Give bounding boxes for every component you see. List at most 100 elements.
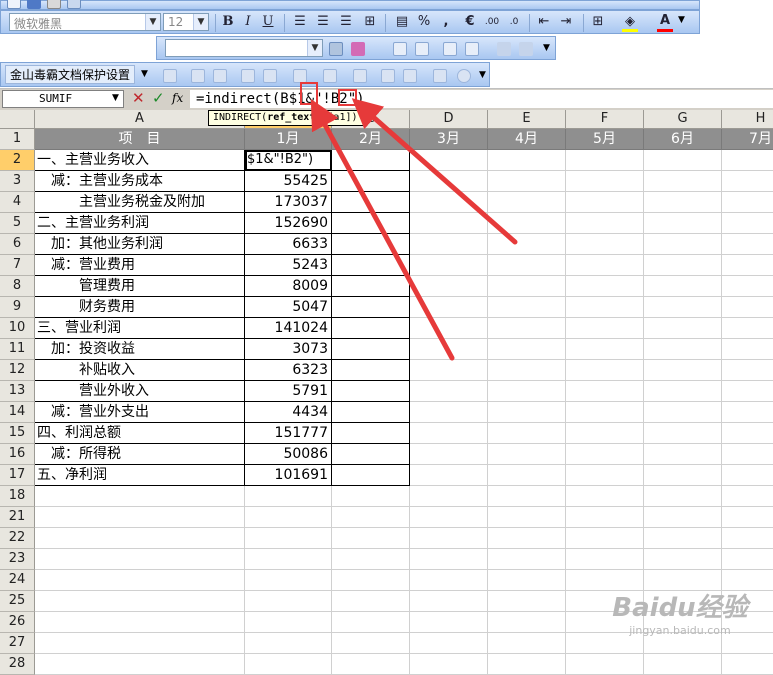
table-icon-3[interactable] [443,42,457,56]
cell[interactable] [722,507,773,528]
cell[interactable] [644,213,722,234]
cell[interactable] [566,297,644,318]
cell[interactable] [332,423,410,444]
cell[interactable] [410,171,488,192]
header-cell-month[interactable]: 2月 [332,129,410,150]
item-label-cell[interactable]: 加：投资收益 [35,339,245,360]
increase-indent-icon[interactable]: ⇥ [557,13,575,31]
cell[interactable] [332,570,410,591]
cell[interactable] [488,654,566,675]
cell[interactable] [566,192,644,213]
cell[interactable] [410,486,488,507]
cell[interactable] [332,297,410,318]
value-cell[interactable]: 141024 [245,318,332,339]
cell[interactable] [488,213,566,234]
table-icon-1[interactable] [393,42,407,56]
cell[interactable] [410,465,488,486]
preview-icon[interactable] [67,0,81,9]
cell[interactable] [644,150,722,171]
row-header[interactable]: 11 [0,339,35,360]
decrease-decimal-icon[interactable]: .0 [505,13,523,31]
cell[interactable] [722,213,773,234]
cell[interactable] [410,213,488,234]
active-cell[interactable]: $1&"!B2") [245,150,332,171]
cell[interactable] [644,297,722,318]
protect-icon-3[interactable] [213,69,227,83]
cell[interactable] [410,528,488,549]
row-header[interactable]: 14 [0,402,35,423]
cell[interactable] [410,570,488,591]
underline-button[interactable]: U [259,13,277,31]
cell[interactable] [332,171,410,192]
row-header[interactable]: 27 [0,633,35,654]
cell[interactable] [488,612,566,633]
cell[interactable] [722,423,773,444]
cell[interactable] [644,423,722,444]
cell[interactable] [566,423,644,444]
cell[interactable] [644,465,722,486]
protect-icon-8[interactable] [403,69,417,83]
cell[interactable] [488,339,566,360]
cell[interactable] [566,255,644,276]
cell[interactable] [488,591,566,612]
cell[interactable] [644,402,722,423]
chevron-down-icon[interactable]: ▼ [112,93,119,103]
cell[interactable] [488,192,566,213]
cell[interactable] [245,507,332,528]
cell[interactable] [644,528,722,549]
chevron-down-icon[interactable]: ▼ [307,40,322,56]
row-header[interactable]: 21 [0,507,35,528]
cell[interactable] [488,276,566,297]
table-icon-4[interactable] [465,42,479,56]
item-label-cell[interactable]: 财务费用 [35,297,245,318]
cell[interactable] [722,150,773,171]
column-header-d[interactable]: D [410,110,488,129]
cell[interactable] [722,276,773,297]
cell[interactable] [488,507,566,528]
cell[interactable] [644,234,722,255]
row-header[interactable]: 10 [0,318,35,339]
chevron-down-icon[interactable]: ▼ [145,14,160,30]
cell[interactable] [722,171,773,192]
header-cell-item[interactable]: 项 目 [35,129,245,150]
font-name-select[interactable]: 微软雅黑 ▼ [9,13,161,31]
item-label-cell[interactable]: 加：其他业务利润 [35,234,245,255]
cell[interactable] [245,528,332,549]
cell[interactable] [410,150,488,171]
cell[interactable] [644,192,722,213]
row-header[interactable]: 23 [0,549,35,570]
name-box[interactable]: SUMIF [2,90,124,108]
enter-formula-button[interactable]: ✓ [152,89,165,107]
protect-settings-button[interactable]: 金山毒霸文档保护设置 [5,65,136,84]
currency-style-icon[interactable]: ▤ [393,13,411,31]
chevron-down-icon[interactable]: ▼ [678,15,685,25]
cell[interactable] [332,549,410,570]
comma-button[interactable]: , [437,13,455,31]
save-icon[interactable] [27,0,41,9]
cell[interactable] [332,654,410,675]
style-select[interactable]: ▼ [165,39,323,57]
cell[interactable] [488,360,566,381]
header-cell-month[interactable]: 4月 [488,129,566,150]
cell[interactable] [488,444,566,465]
cell[interactable] [332,318,410,339]
protect-icon-2[interactable] [191,69,205,83]
value-cell[interactable]: 5791 [245,381,332,402]
value-cell[interactable]: 4434 [245,402,332,423]
cell[interactable] [722,528,773,549]
font-color-button[interactable]: A [656,12,674,30]
cell[interactable] [488,150,566,171]
cell[interactable] [35,633,245,654]
cell[interactable] [410,633,488,654]
cell[interactable] [644,444,722,465]
cell[interactable] [566,507,644,528]
cell[interactable] [332,192,410,213]
cell[interactable] [332,465,410,486]
cell[interactable] [566,654,644,675]
cell[interactable] [488,171,566,192]
row-header[interactable]: 9 [0,297,35,318]
cell[interactable] [566,360,644,381]
cell[interactable] [488,255,566,276]
cell[interactable] [332,402,410,423]
protect-icon-7[interactable] [381,69,395,83]
